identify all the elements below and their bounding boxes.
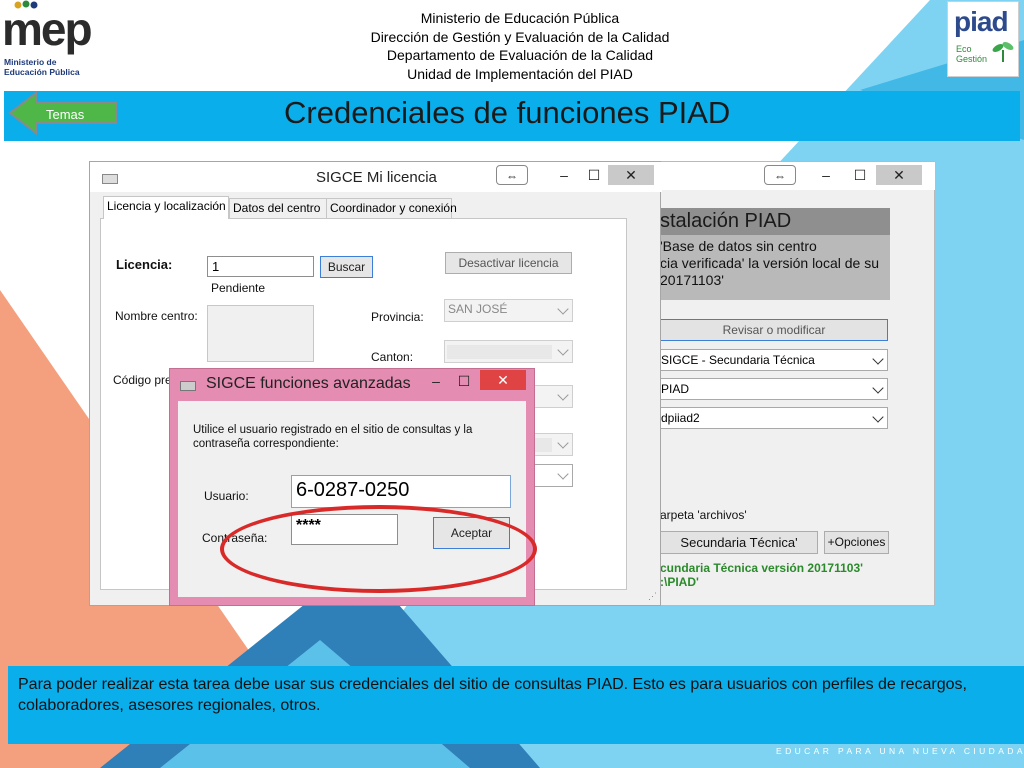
revisar-button[interactable]: Revisar o modificar xyxy=(660,319,888,341)
buscar-button[interactable]: Buscar xyxy=(320,256,373,278)
chevron-down-icon xyxy=(557,468,569,480)
close-icon[interactable]: ✕ xyxy=(480,370,526,390)
folder-label: arpeta 'archivos' xyxy=(660,508,747,522)
chevron-down-icon xyxy=(557,344,569,356)
header-line-3: Departamento de Evaluación de la Calidad xyxy=(386,47,654,64)
chevron-down-icon xyxy=(557,389,569,401)
mep-logo-word: mep xyxy=(2,3,93,55)
piad-select[interactable]: PIAD xyxy=(660,378,888,400)
chevron-down-icon xyxy=(557,303,569,315)
usuario-input[interactable]: 6-0287-0250 xyxy=(291,475,511,508)
canton-label: Canton: xyxy=(371,350,414,364)
maximize-icon[interactable]: ☐ xyxy=(578,165,610,185)
header-line-4: Unidad de Implementación del PIAD xyxy=(407,65,633,82)
installer-line-2: cia verificada' la versión local de su xyxy=(660,255,880,271)
header-line-1: Ministerio de Educación Pública xyxy=(420,10,620,26)
installer-line-1: 'Base de datos sin centro xyxy=(660,238,817,254)
header-line-2: Dirección de Gestión y Evaluación de la … xyxy=(370,28,670,45)
licencia-label: Licencia: xyxy=(116,257,173,272)
version-button[interactable]: Secundaria Técnica' xyxy=(660,531,818,554)
info-bar: Para poder realizar esta tarea debe usar… xyxy=(8,666,1024,744)
close-icon[interactable]: ✕ xyxy=(876,165,922,185)
canton-select-fill xyxy=(447,345,552,359)
usuario-label: Usuario: xyxy=(204,489,249,503)
aceptar-button[interactable]: Aceptar xyxy=(433,517,510,549)
close-icon[interactable]: ✕ xyxy=(608,165,654,185)
database-select[interactable]: dpiiad2 xyxy=(660,407,888,429)
app-icon xyxy=(102,174,118,184)
piad-logo-gestion: Gestión xyxy=(956,54,988,64)
minimize-icon[interactable]: – xyxy=(810,165,842,185)
installer-line-3: 20171103' xyxy=(660,272,724,288)
slide-title: Credenciales de funciones PIAD xyxy=(284,95,731,130)
title-bar: Temas Credenciales de funciones PIAD xyxy=(4,90,1020,141)
chevron-down-icon xyxy=(872,353,884,365)
system-select[interactable]: SIGCE - Secundaria Técnica xyxy=(660,349,888,371)
mep-logo-subtitle: Ministerio de Educación Pública xyxy=(4,57,80,77)
installer-window: ⇔ – ☐ ✕ stalación PIAD 'Base de datos si… xyxy=(659,161,935,606)
mep-logo: mep Ministerio de Educación Pública xyxy=(2,0,93,82)
piad-logo-word: piad xyxy=(954,6,1009,37)
maximize-icon[interactable]: ☐ xyxy=(448,371,480,391)
resize-arrows-icon[interactable]: ⇔ xyxy=(764,165,796,185)
dialog-title: SIGCE funciones avanzadas xyxy=(206,375,411,392)
system-select-value: SIGCE - Secundaria Técnica xyxy=(661,353,815,367)
chevron-down-icon xyxy=(872,411,884,423)
nombre-centro-label: Nombre centro: xyxy=(115,309,198,323)
licencia-status: Pendiente xyxy=(211,281,266,295)
provincia-select-value: SAN JOSÉ xyxy=(448,302,508,316)
database-select-value: dpiiad2 xyxy=(661,411,700,425)
desactivar-licencia-button[interactable]: Desactivar licencia xyxy=(445,252,572,274)
app-icon xyxy=(180,381,196,391)
licencia-input[interactable]: 1 xyxy=(207,256,314,277)
opciones-button[interactable]: +Opciones xyxy=(824,531,889,554)
dialog-body: Utilice el usuario registrado en el siti… xyxy=(178,401,537,597)
tab-coordinador[interactable]: Coordinador y conexión xyxy=(326,198,457,218)
version-status-1: cundaria Técnica versión 20171103' xyxy=(660,561,863,575)
licencia-titlebar: SIGCE Mi licencia ⇔ – ☐ ✕ xyxy=(90,162,662,192)
resize-arrows-icon[interactable]: ⇔ xyxy=(496,165,528,185)
funciones-avanzadas-dialog: SIGCE funciones avanzadas – ☐ ✕ Utilice … xyxy=(169,368,537,606)
version-status-2: :\PIAD' xyxy=(660,575,699,589)
installer-status-panel: stalación PIAD 'Base de datos sin centro… xyxy=(660,208,890,300)
contrasena-label: Contraseña: xyxy=(202,531,268,545)
piad-logo-subtitle: Eco Gestión xyxy=(956,44,987,64)
header-institution: Ministerio de Educación Pública Direcció… xyxy=(300,9,740,83)
provincia-select[interactable]: SAN JOSÉ xyxy=(444,299,573,322)
temas-label: Temas xyxy=(46,107,85,122)
nombre-centro-field xyxy=(207,305,314,362)
codigo-label: Código pres xyxy=(113,373,178,387)
sprout-icon xyxy=(992,42,1014,62)
info-text: Para poder realizar esta tarea debe usar… xyxy=(18,676,967,714)
window-resize-grip-icon[interactable]: ⋰ xyxy=(648,591,657,602)
piad-logo-eco: Eco xyxy=(956,44,972,54)
canton-select[interactable] xyxy=(444,340,573,363)
contrasena-input[interactable]: **** xyxy=(291,514,398,545)
installer-heading: stalación PIAD xyxy=(660,208,890,235)
tab-licencia[interactable]: Licencia y localización xyxy=(103,196,229,219)
app-screenshot: ⇔ – ☐ ✕ stalación PIAD 'Base de datos si… xyxy=(89,161,935,606)
maximize-icon[interactable]: ☐ xyxy=(844,165,876,185)
tab-datos-centro[interactable]: Datos del centro xyxy=(229,198,327,218)
footer-tagline: EDUCAR PARA UNA NUEVA CIUDADANÍA xyxy=(776,746,1024,756)
piad-select-value: PIAD xyxy=(661,382,690,396)
piad-logo: piad Eco Gestión xyxy=(947,1,1019,77)
chevron-down-icon xyxy=(872,382,884,394)
chevron-down-icon xyxy=(557,437,569,449)
installer-titlebar: ⇔ – ☐ ✕ xyxy=(660,162,935,190)
minimize-icon[interactable]: – xyxy=(548,165,580,185)
provincia-label: Provincia: xyxy=(371,310,424,324)
licencia-window-title: SIGCE Mi licencia xyxy=(316,169,437,186)
temas-back-button[interactable]: Temas xyxy=(8,90,120,136)
dialog-instruction: Utilice el usuario registrado en el siti… xyxy=(193,424,473,450)
